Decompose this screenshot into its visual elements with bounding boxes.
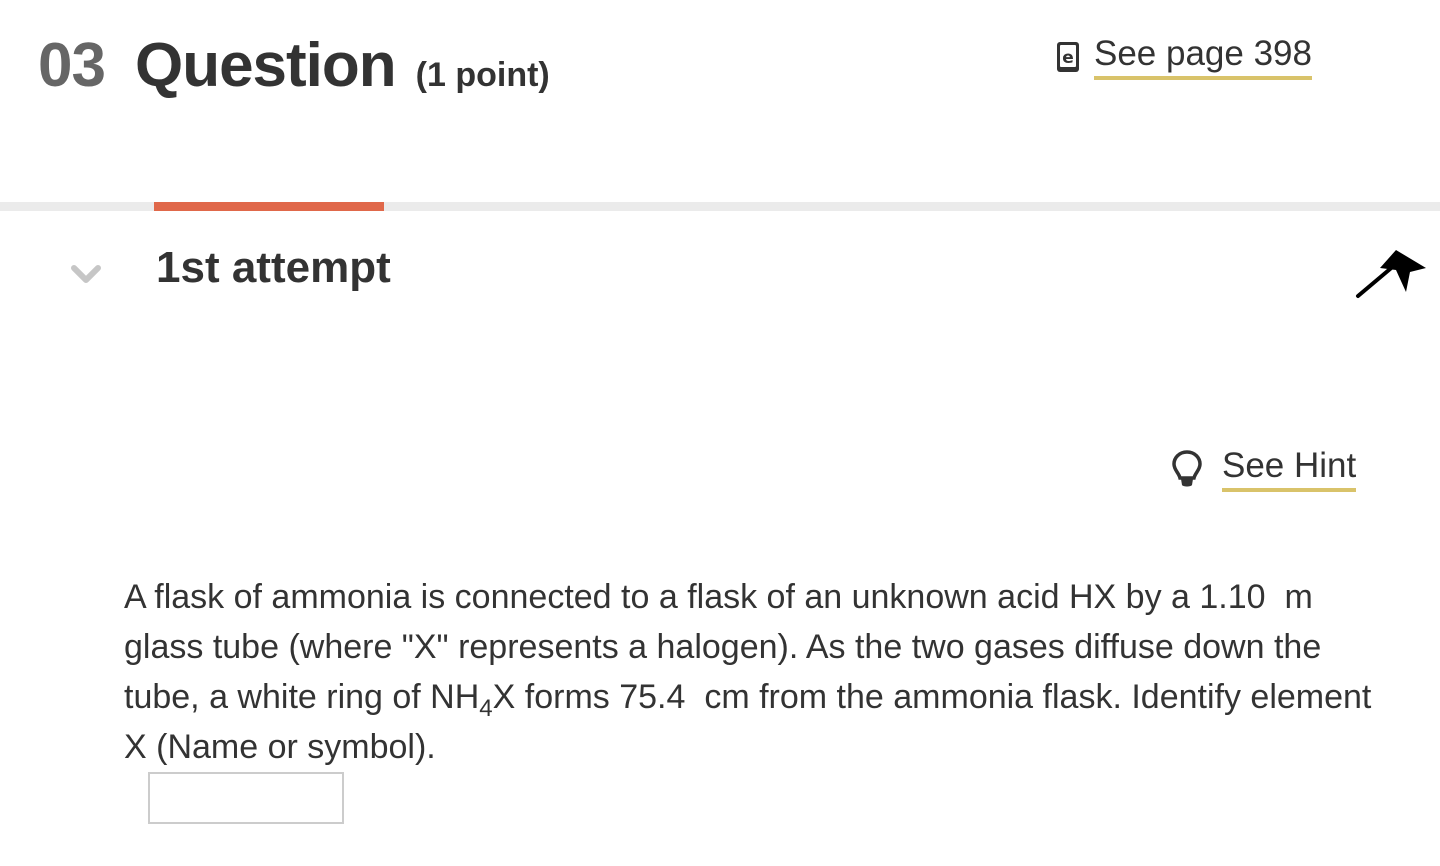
see-hint-link[interactable]: See Hint bbox=[1170, 446, 1357, 492]
see-page-link[interactable]: e See page 398 bbox=[1056, 34, 1312, 80]
ring-distance-unit: cm bbox=[704, 678, 750, 716]
attempt-progress-track bbox=[0, 202, 1440, 211]
question-header: 03 Question (1 point) bbox=[38, 30, 550, 101]
question-text-part: X forms bbox=[492, 678, 620, 716]
ring-distance-value: 75.4 bbox=[619, 678, 686, 716]
question-page: 03 Question (1 point) e See page 398 1st… bbox=[0, 0, 1440, 866]
tube-length-value: 1.10 bbox=[1199, 578, 1266, 616]
attempt-progress-fill bbox=[154, 202, 384, 211]
chevron-down-icon[interactable] bbox=[68, 260, 104, 288]
question-text: A flask of ammonia is connected to a fla… bbox=[124, 572, 1374, 772]
question-number: 03 bbox=[38, 31, 106, 100]
see-page-label[interactable]: See page 398 bbox=[1094, 34, 1312, 80]
question-title: Question bbox=[134, 31, 397, 100]
answer-input[interactable] bbox=[148, 772, 344, 824]
flag-icon[interactable] bbox=[1352, 246, 1432, 302]
subscript-4: 4 bbox=[479, 694, 493, 722]
lightbulb-icon bbox=[1170, 448, 1204, 490]
question-points: (1 point) bbox=[415, 56, 550, 94]
see-hint-label[interactable]: See Hint bbox=[1222, 446, 1357, 492]
svg-text:e: e bbox=[1062, 48, 1074, 68]
ebook-icon: e bbox=[1056, 41, 1080, 73]
question-text-part: A flask of ammonia is connected to a fla… bbox=[124, 578, 1200, 616]
attempt-title: 1st attempt bbox=[156, 243, 391, 292]
tube-length-unit: m bbox=[1284, 578, 1313, 616]
